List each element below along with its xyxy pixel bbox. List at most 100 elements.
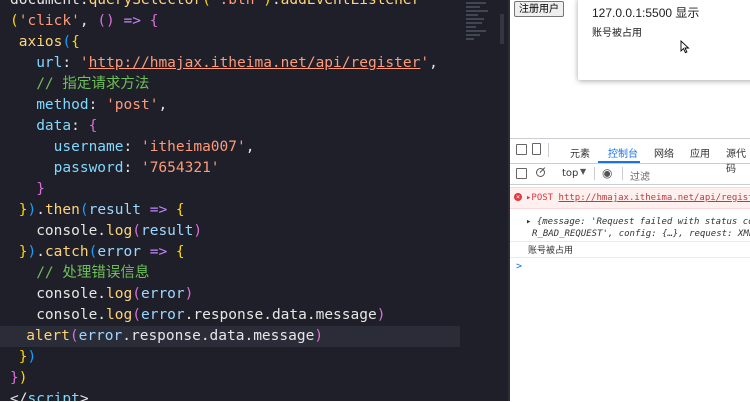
error-object-preview[interactable]: ▸ {message: 'Request failed with status … [526, 217, 750, 227]
code-token: error [97, 244, 141, 260]
code-token: log [106, 286, 133, 302]
code-token: password [53, 160, 124, 176]
code-token: : [62, 55, 80, 71]
code-token: > [79, 391, 89, 401]
device-icon[interactable] [532, 143, 541, 155]
code-token: 'click' [18, 13, 80, 29]
code-token: ) [18, 370, 28, 386]
code-line[interactable]: }).then(result => { [0, 200, 460, 221]
chevron-down-icon[interactable]: ▼ [580, 167, 586, 176]
code-token: error [140, 307, 185, 323]
toolbar-divider [622, 167, 623, 180]
code-line[interactable]: console.log(result) [0, 221, 460, 242]
code-token: } [36, 181, 45, 197]
error-text: ▸POST http://hmajax.itheima.net/api/regi… [526, 193, 750, 203]
code-token: ) [263, 0, 272, 8]
tab-console[interactable]: 控制台 [608, 145, 638, 160]
code-line[interactable]: // 指定请求方法 [0, 74, 460, 95]
code-line[interactable]: username: 'itheima007', [0, 137, 460, 158]
code-line[interactable]: axios({ [0, 32, 460, 53]
code-token: . [36, 244, 45, 260]
code-token: () [97, 13, 115, 29]
code-line[interactable]: }) [0, 368, 460, 389]
divider [510, 257, 750, 258]
code-token: '.btn' [210, 0, 264, 8]
inspect-icon[interactable] [516, 144, 527, 155]
editor-scrollbar-thumb[interactable] [500, 14, 504, 44]
code-token: : [123, 139, 141, 155]
code-token: : [123, 160, 141, 176]
code-token: ( [62, 34, 72, 50]
code-token: '7654321' [140, 160, 220, 176]
code-line[interactable]: data: { [0, 116, 460, 137]
code-line[interactable]: } [0, 179, 460, 200]
code-token: { [175, 202, 185, 218]
filter-input[interactable]: 过滤 [630, 168, 650, 183]
error-row[interactable]: × ▸POST http://hmajax.itheima.net/api/re… [510, 187, 750, 209]
code-token: , [79, 13, 98, 29]
register-button[interactable]: 注册用户 [514, 1, 564, 17]
code-token: catch [44, 244, 89, 260]
code-line[interactable]: </script> [0, 389, 460, 401]
code-token: then [44, 202, 80, 218]
toolbar-divider [594, 167, 595, 180]
error-url-link[interactable]: http://hmajax.itheima.net/api/register [559, 193, 750, 203]
code-token: http://hmajax.itheima.net/api/register [88, 55, 421, 71]
code-token: ' [79, 55, 89, 71]
code-token: ( [132, 307, 141, 323]
code-line[interactable]: url: 'http://hmajax.itheima.net/api/regi… [0, 53, 460, 74]
tab-application[interactable]: 应用 [690, 145, 710, 160]
code-line[interactable]: alert(error.response.data.message) [0, 326, 460, 347]
code-token: . [271, 0, 281, 8]
code-token: ) [184, 286, 194, 302]
code-line[interactable]: method: 'post', [0, 95, 460, 116]
code-line[interactable]: console.log(error) [0, 284, 460, 305]
code-token: log [106, 307, 133, 323]
code-token: , [245, 139, 255, 155]
devtools-panel: 元素 控制台 网络 应用 源代码 top ▼ ◉ 过滤 × ▸POST http… [510, 138, 750, 402]
alert-title: 127.0.0.1:5500 显示 [592, 6, 700, 20]
code-line[interactable]: ('click', () => { [0, 11, 460, 32]
alert-dialog: 127.0.0.1:5500 显示 账号被占用 [578, 0, 750, 80]
code-token: document. [10, 0, 89, 8]
code-token: log [106, 223, 133, 239]
code-token: username [53, 139, 124, 155]
error-object-line2: R_BAD_REQUEST', config: {…}, request: XM… [532, 229, 750, 239]
code-token: , [158, 97, 168, 113]
context-select[interactable]: top [562, 168, 578, 179]
sidebar-icon[interactable] [516, 168, 527, 179]
code-line[interactable]: }).catch(error => { [0, 242, 460, 263]
code-token: querySelector [88, 0, 203, 8]
code-token: error [140, 286, 185, 302]
code-line[interactable]: console.log(error.response.data.message) [0, 305, 460, 326]
code-token: result [88, 202, 141, 218]
tab-elements[interactable]: 元素 [570, 145, 590, 160]
code-line[interactable]: password: '7654321' [0, 158, 460, 179]
console-prompt[interactable]: > [516, 261, 522, 272]
code-line[interactable]: }) [0, 347, 460, 368]
code-token: 'itheima007' [140, 139, 246, 155]
code-token: ) [27, 349, 37, 365]
code-token: script [27, 391, 80, 401]
minimap[interactable] [466, 2, 492, 44]
code-line[interactable]: // 处理错误信息 [0, 263, 460, 284]
error-icon: × [514, 193, 522, 201]
tab-network[interactable]: 网络 [654, 145, 674, 160]
code-line[interactable]: document.querySelector('.btn').addEventL… [0, 0, 460, 11]
code-token: } [10, 370, 19, 386]
code-lines[interactable]: document.querySelector('.btn').addEventL… [0, 0, 460, 401]
code-token: { [71, 34, 80, 50]
code-token: ( [10, 13, 19, 29]
eye-icon[interactable]: ◉ [602, 166, 612, 180]
code-token: ( [132, 286, 141, 302]
alert-message: 账号被占用 [592, 28, 642, 39]
console-toolbar: top ▼ ◉ 过滤 [510, 164, 750, 185]
code-editor[interactable]: document.querySelector('.btn').addEventL… [0, 0, 460, 401]
